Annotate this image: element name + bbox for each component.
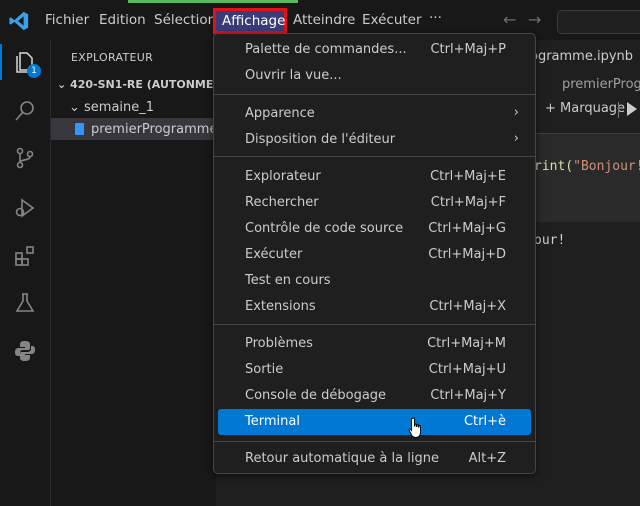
python-icon[interactable]: [13, 339, 37, 363]
menu-item-debug-console[interactable]: Console de débogage Ctrl+Maj+Y: [218, 384, 531, 408]
menu-item-editor-layout[interactable]: Disposition de l'éditeur ›: [218, 128, 531, 152]
vscode-logo-icon: [9, 11, 29, 31]
editor-tab[interactable]: ogramme.ipynb: [530, 49, 633, 64]
markdown-button[interactable]: + Marquage: [545, 101, 625, 116]
menu-item-shortcut: Ctrl+è: [463, 414, 506, 429]
menu-edition[interactable]: Edition: [99, 12, 146, 28]
code-function: rint(: [534, 159, 574, 174]
view-menu-dropdown: Palette de commandes... Ctrl+Maj+P Ouvri…: [213, 33, 536, 474]
menu-item-shortcut: Ctrl+Maj+P: [430, 42, 506, 57]
forward-arrow-icon[interactable]: →: [528, 10, 541, 29]
menu-item-testing[interactable]: Test en cours: [218, 269, 531, 293]
menu-item-label: Problèmes: [245, 336, 313, 351]
menu-affichage[interactable]: Affichage: [213, 8, 287, 34]
search-icon[interactable]: [13, 99, 37, 123]
menu-item-label: Exécuter: [245, 247, 303, 262]
menu-item-extensions[interactable]: Extensions Ctrl+Maj+X: [218, 295, 531, 319]
menu-item-open-view[interactable]: Ouvrir la vue...: [218, 64, 531, 88]
hand-pointer-icon: [408, 417, 421, 438]
menu-item-label: Terminal: [245, 414, 300, 429]
command-center-search[interactable]: [557, 10, 640, 34]
toolbar-divider: [618, 102, 619, 118]
menu-executer[interactable]: Exécuter: [362, 12, 422, 28]
menu-item-command-palette[interactable]: Palette de commandes... Ctrl+Maj+P: [218, 38, 531, 62]
menu-separator: [214, 156, 535, 157]
menu-item-shortcut: Ctrl+Maj+Y: [430, 388, 506, 403]
explorer-panel: EXPLORATEUR ⌄ 420-SN1-RE (AUTONME 202 ⌄ …: [51, 40, 258, 506]
menu-item-explorer[interactable]: Explorateur Ctrl+Maj+E: [218, 165, 531, 189]
menu-atteindre[interactable]: Atteindre: [293, 12, 355, 28]
menu-separator: [214, 324, 535, 325]
menu-item-shortcut: Ctrl+Maj+D: [428, 247, 506, 262]
menu-separator: [214, 441, 535, 442]
menu-item-label: Explorateur: [245, 169, 321, 184]
menu-item-word-wrap[interactable]: Retour automatique à la ligne Alt+Z: [218, 447, 531, 471]
markdown-label: Marquage: [560, 101, 626, 116]
menu-item-label: Extensions: [245, 299, 316, 314]
explorer-badge: 1: [27, 64, 41, 78]
menu-item-label: Rechercher: [245, 195, 319, 210]
code-string: "Bonjour!: [573, 159, 640, 174]
menu-item-problems[interactable]: Problèmes Ctrl+Maj+M: [218, 332, 531, 356]
menu-item-source-control[interactable]: Contrôle de code source Ctrl+Maj+G: [218, 217, 531, 241]
menu-item-label: Sortie: [245, 362, 284, 377]
breadcrumb[interactable]: premierProgr: [562, 77, 640, 92]
menu-item-appearance[interactable]: Apparence ›: [218, 102, 531, 126]
menu-item-label: Contrôle de code source: [245, 221, 404, 236]
menu-selection[interactable]: Sélection: [154, 12, 216, 28]
progress-strip: [128, 0, 298, 3]
menu-item-output[interactable]: Sortie Ctrl+Maj+U: [218, 358, 531, 382]
submenu-chevron-icon: ›: [513, 105, 519, 120]
submenu-chevron-icon: ›: [513, 131, 519, 146]
menu-item-run[interactable]: Exécuter Ctrl+Maj+D: [218, 243, 531, 267]
menu-item-label: Test en cours: [245, 273, 331, 288]
folder-label: semaine_1: [84, 100, 155, 115]
menu-more[interactable]: ···: [429, 10, 442, 26]
menu-item-terminal[interactable]: Terminal Ctrl+è: [218, 409, 531, 435]
testing-flask-icon[interactable]: [13, 291, 37, 315]
menu-item-shortcut: Ctrl+Maj+M: [427, 336, 506, 351]
menu-item-label: Retour automatique à la ligne: [245, 451, 439, 466]
menu-item-shortcut: Ctrl+Maj+F: [430, 195, 506, 210]
menu-item-label: Ouvrir la vue...: [245, 68, 342, 83]
code-line[interactable]: rint("Bonjour!: [534, 159, 640, 174]
source-control-icon[interactable]: [13, 146, 37, 170]
menu-item-label: Disposition de l'éditeur: [245, 132, 396, 147]
menu-item-shortcut: Ctrl+Maj+E: [430, 169, 506, 184]
folder-semaine-1[interactable]: ⌄ semaine_1: [69, 100, 154, 115]
run-debug-icon[interactable]: [13, 196, 37, 220]
run-all-icon[interactable]: [627, 102, 637, 116]
extensions-icon[interactable]: [13, 244, 37, 268]
menu-item-shortcut: Ctrl+Maj+U: [428, 362, 506, 377]
cell-output: our!: [534, 233, 566, 248]
menu-item-shortcut: Alt+Z: [468, 451, 506, 466]
explorer-title: EXPLORATEUR: [71, 51, 154, 64]
menu-item-label: Apparence: [245, 106, 315, 121]
menu-item-search[interactable]: Rechercher Ctrl+Maj+F: [218, 191, 531, 215]
menu-separator: [214, 94, 535, 95]
menu-item-shortcut: Ctrl+Maj+X: [429, 299, 506, 314]
menu-fichier[interactable]: Fichier: [45, 12, 89, 28]
menu-item-shortcut: Ctrl+Maj+G: [428, 221, 506, 236]
notebook-file-icon: [75, 123, 84, 135]
menu-item-label: Palette de commandes...: [245, 42, 407, 57]
back-arrow-icon[interactable]: ←: [503, 10, 516, 29]
active-indicator: [0, 44, 2, 80]
menu-item-label: Console de débogage: [245, 388, 387, 403]
